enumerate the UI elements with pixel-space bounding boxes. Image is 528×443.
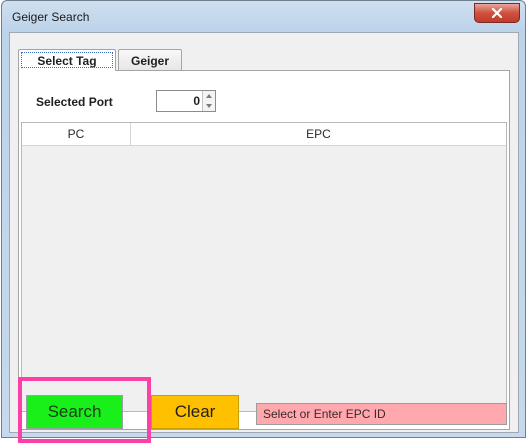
column-header-epc[interactable]: EPC — [131, 123, 506, 145]
search-button[interactable]: Search — [26, 395, 123, 429]
window-title: Geiger Search — [12, 10, 90, 24]
selected-port-spinner[interactable]: 0 — [156, 90, 216, 112]
arrow-down-icon — [206, 104, 212, 108]
title-bar[interactable]: Geiger Search — [2, 1, 525, 31]
window-client-area: Select Tag Geiger Selected Port 0 PC EPC — [9, 32, 519, 443]
close-button[interactable] — [474, 3, 520, 23]
selected-port-value[interactable]: 0 — [157, 91, 200, 111]
column-header-pc[interactable]: PC — [22, 123, 131, 145]
close-icon — [491, 8, 503, 18]
clear-button[interactable]: Clear — [151, 395, 239, 429]
select-tag-panel: Selected Port 0 PC EPC — [18, 70, 510, 430]
tab-geiger[interactable]: Geiger — [118, 49, 182, 71]
arrow-up-icon — [206, 94, 212, 98]
table-header: PC EPC — [22, 123, 506, 146]
tag-table[interactable]: PC EPC — [21, 122, 507, 412]
tab-select-tag[interactable]: Select Tag — [18, 49, 116, 71]
geiger-search-window: Geiger Search Select Tag Geiger Selected… — [1, 0, 526, 443]
epc-id-input[interactable]: Select or Enter EPC ID — [256, 403, 507, 425]
spin-down-button[interactable] — [202, 101, 215, 111]
selected-port-label: Selected Port — [36, 95, 113, 109]
